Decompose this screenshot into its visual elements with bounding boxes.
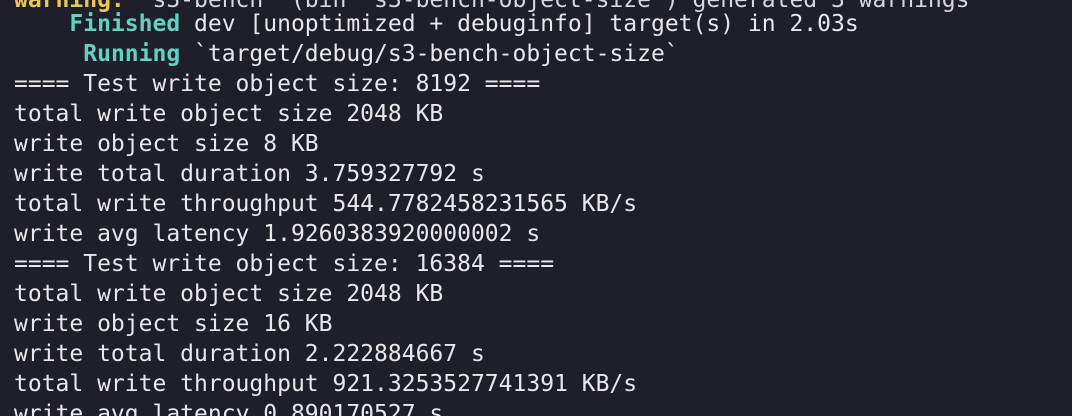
output-line: write total duration 2.222884667 s xyxy=(14,341,485,367)
output-line: write object size 8 KB xyxy=(14,131,319,157)
cargo-running-line: Running `target/debug/s3-bench-object-si… xyxy=(14,39,679,69)
output-line: write object size 16 KB xyxy=(14,311,333,337)
output-line: write total duration 3.759327792 s xyxy=(14,161,485,187)
output-line: write avg latency 1.9260383920000002 s xyxy=(14,221,541,247)
output-line: total write throughput 544.7782458231565… xyxy=(14,191,638,217)
finished-text: dev [unoptimized + debuginfo] target(s) … xyxy=(180,11,859,37)
finished-keyword: Finished xyxy=(69,11,181,37)
output-line: total write object size 2048 KB xyxy=(14,281,444,307)
test-header-16384: ==== Test write object size: 16384 ==== xyxy=(14,251,555,277)
running-text: `target/debug/s3-bench-object-size` xyxy=(180,41,679,67)
finished-indent xyxy=(14,11,69,37)
terminal-window[interactable]: warning: `s3-bench` (bin "s3-bench-objec… xyxy=(0,0,1072,416)
cargo-finished-line: Finished dev [unoptimized + debuginfo] t… xyxy=(14,9,859,39)
output-line: total write throughput 921.3253527741391… xyxy=(14,371,638,397)
output-line: total write object size 2048 KB xyxy=(14,101,444,127)
running-keyword: Running xyxy=(83,41,181,67)
output-line: write avg latency 0.890170527 s xyxy=(14,401,444,416)
test-header-8192: ==== Test write object size: 8192 ==== xyxy=(14,71,541,97)
running-indent xyxy=(14,41,83,67)
